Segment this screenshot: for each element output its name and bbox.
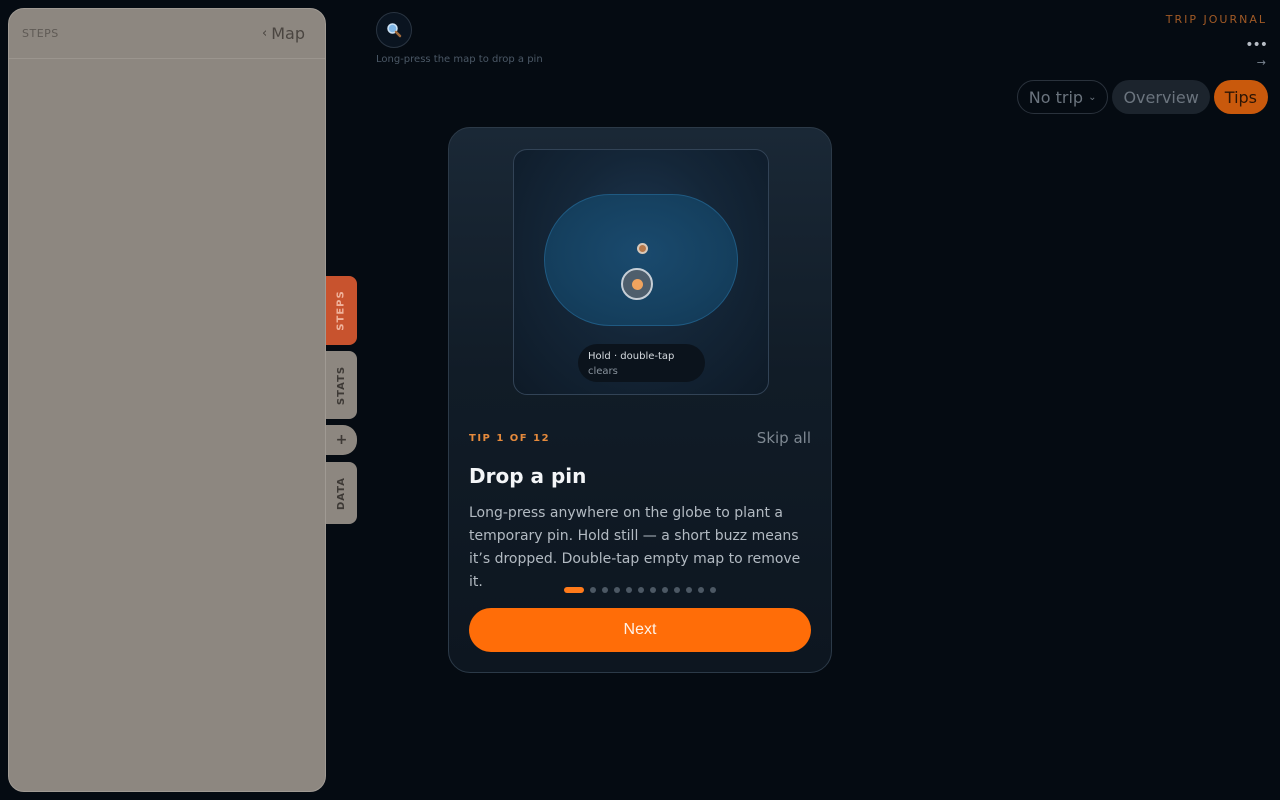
steps-panel-header: STEPS ‹ Map bbox=[9, 9, 325, 59]
pagination-dot[interactable] bbox=[698, 587, 704, 593]
arrow-right-icon[interactable]: → bbox=[1257, 56, 1266, 69]
search-button[interactable] bbox=[376, 12, 412, 48]
steps-panel-title: STEPS bbox=[22, 27, 59, 40]
pagination-dot-active[interactable] bbox=[564, 587, 584, 593]
tip-illustration: Hold · double-tap clears bbox=[513, 149, 769, 395]
pagination-dot[interactable] bbox=[614, 587, 620, 593]
pagination-dot[interactable] bbox=[710, 587, 716, 593]
illustration-tooltip: Hold · double-tap clears bbox=[578, 344, 705, 382]
pagination-dot[interactable] bbox=[638, 587, 644, 593]
pagination-dot[interactable] bbox=[662, 587, 668, 593]
add-tab-button[interactable]: + bbox=[326, 425, 357, 455]
tab-data-label: DATA bbox=[336, 476, 347, 510]
back-to-map-button[interactable]: ‹ Map bbox=[262, 24, 305, 43]
tab-steps-label: STEPS bbox=[336, 290, 348, 331]
tooltip-line-1: Hold · double-tap bbox=[588, 351, 675, 362]
globe-illustration bbox=[544, 194, 738, 326]
pagination-dot[interactable] bbox=[674, 587, 680, 593]
chevron-down-icon: ⌄ bbox=[1088, 91, 1097, 103]
chevron-left-icon: ‹ bbox=[262, 26, 268, 41]
tab-data[interactable]: DATA bbox=[326, 462, 357, 524]
next-button[interactable]: Next bbox=[469, 608, 811, 652]
tip-card: Hold · double-tap clears TIP 1 OF 12 Ski… bbox=[448, 127, 832, 673]
top-controls: No trip ⌄ Overview Tips bbox=[1016, 80, 1268, 114]
tip-title: Drop a pin bbox=[469, 464, 587, 488]
skip-all-button[interactable]: Skip all bbox=[757, 429, 811, 447]
pagination-dot[interactable] bbox=[626, 587, 632, 593]
pagination-dot[interactable] bbox=[590, 587, 596, 593]
pagination-dot[interactable] bbox=[686, 587, 692, 593]
pagination-dot[interactable] bbox=[602, 587, 608, 593]
tooltip-line-2: clears bbox=[588, 366, 618, 377]
plus-icon: + bbox=[335, 432, 348, 448]
search-icon bbox=[387, 23, 402, 38]
pin-dot bbox=[631, 278, 643, 290]
search-hint: Long-press the map to drop a pin bbox=[376, 54, 543, 65]
pagination-dot[interactable] bbox=[650, 587, 656, 593]
more-icon[interactable]: ••• bbox=[1245, 38, 1268, 52]
pin-icon bbox=[637, 243, 648, 254]
pin-drop-icon bbox=[621, 268, 653, 300]
trip-select[interactable]: No trip ⌄ bbox=[1016, 80, 1109, 114]
tip-counter: TIP 1 OF 12 bbox=[469, 433, 551, 444]
tip-body: Long-press anywhere on the globe to plan… bbox=[469, 505, 801, 590]
tab-stats[interactable]: STATS bbox=[326, 351, 357, 419]
steps-panel: STEPS ‹ Map bbox=[8, 8, 326, 792]
tip-pagination bbox=[449, 587, 831, 593]
back-to-map-label: Map bbox=[271, 24, 305, 43]
app-brand: TRIP JOURNAL bbox=[1165, 13, 1267, 26]
trip-select-value: No trip bbox=[1028, 87, 1084, 107]
tips-button[interactable]: Tips bbox=[1213, 80, 1268, 114]
tab-stats-label: STATS bbox=[336, 365, 348, 405]
tab-steps[interactable]: STEPS bbox=[326, 276, 357, 345]
overview-button[interactable]: Overview bbox=[1112, 80, 1210, 114]
